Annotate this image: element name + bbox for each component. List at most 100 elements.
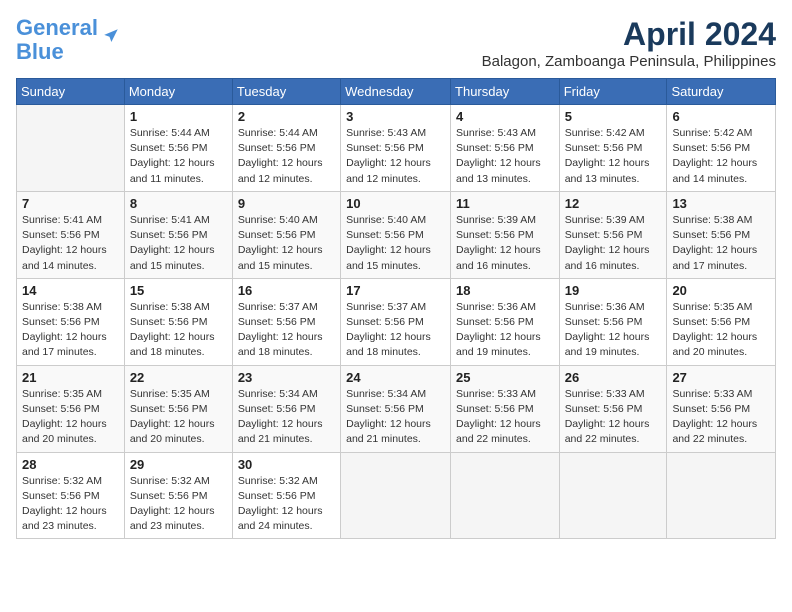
day-number: 11 [456, 196, 554, 211]
day-info: Sunrise: 5:41 AM Sunset: 5:56 PM Dayligh… [22, 213, 119, 274]
day-info: Sunrise: 5:32 AM Sunset: 5:56 PM Dayligh… [238, 474, 335, 535]
calendar-table: SundayMondayTuesdayWednesdayThursdayFrid… [16, 78, 776, 539]
day-number: 17 [346, 283, 445, 298]
logo: GeneralBlue [16, 16, 120, 64]
calendar-cell: 25 Sunrise: 5:33 AM Sunset: 5:56 PM Dayli… [451, 365, 560, 452]
calendar-cell: 28 Sunrise: 5:32 AM Sunset: 5:56 PM Dayli… [17, 452, 125, 539]
col-header-saturday: Saturday [667, 79, 776, 105]
month-title: April 2024 [482, 16, 776, 53]
day-info: Sunrise: 5:39 AM Sunset: 5:56 PM Dayligh… [565, 213, 662, 274]
day-number: 4 [456, 109, 554, 124]
day-number: 21 [22, 370, 119, 385]
day-info: Sunrise: 5:41 AM Sunset: 5:56 PM Dayligh… [130, 213, 227, 274]
day-info: Sunrise: 5:32 AM Sunset: 5:56 PM Dayligh… [22, 474, 119, 535]
calendar-cell: 20Sunrise: 5:35 AM Sunset: 5:56 PM Dayli… [667, 278, 776, 365]
day-number: 27 [672, 370, 770, 385]
day-number: 6 [672, 109, 770, 124]
calendar-cell: 16 Sunrise: 5:37 AM Sunset: 5:56 PM Dayli… [232, 278, 340, 365]
calendar-cell: 26Sunrise: 5:33 AM Sunset: 5:56 PM Dayli… [559, 365, 667, 452]
calendar-cell: 24 Sunrise: 5:34 AM Sunset: 5:56 PM Dayli… [341, 365, 451, 452]
calendar-cell: 27 Sunrise: 5:33 AM Sunset: 5:56 PM Dayli… [667, 365, 776, 452]
day-info: Sunrise: 5:33 AM Sunset: 5:56 PM Dayligh… [565, 387, 662, 448]
calendar-cell: 5 Sunrise: 5:42 AM Sunset: 5:56 PM Daylig… [559, 105, 667, 192]
day-info: Sunrise: 5:37 AM Sunset: 5:56 PM Dayligh… [346, 300, 445, 361]
logo-bird-icon [102, 27, 120, 45]
day-number: 18 [456, 283, 554, 298]
calendar-cell: 15Sunrise: 5:38 AM Sunset: 5:56 PM Dayli… [124, 278, 232, 365]
page-header: GeneralBlue April 2024 Balagon, Zamboang… [16, 16, 776, 70]
day-number: 13 [672, 196, 770, 211]
col-header-tuesday: Tuesday [232, 79, 340, 105]
day-info: Sunrise: 5:43 AM Sunset: 5:56 PM Dayligh… [456, 126, 554, 187]
location-text: Balagon, Zamboanga Peninsula, Philippine… [482, 53, 776, 70]
calendar-cell: 9Sunrise: 5:40 AM Sunset: 5:56 PM Daylig… [232, 191, 340, 278]
calendar-cell: 14 Sunrise: 5:38 AM Sunset: 5:56 PM Dayli… [17, 278, 125, 365]
day-info: Sunrise: 5:35 AM Sunset: 5:56 PM Dayligh… [672, 300, 770, 361]
logo-text: GeneralBlue [16, 16, 98, 64]
day-info: Sunrise: 5:34 AM Sunset: 5:56 PM Dayligh… [346, 387, 445, 448]
col-header-sunday: Sunday [17, 79, 125, 105]
day-number: 10 [346, 196, 445, 211]
day-info: Sunrise: 5:38 AM Sunset: 5:56 PM Dayligh… [130, 300, 227, 361]
calendar-cell: 17 Sunrise: 5:37 AM Sunset: 5:56 PM Dayli… [341, 278, 451, 365]
day-number: 12 [565, 196, 662, 211]
day-number: 30 [238, 457, 335, 472]
day-info: Sunrise: 5:42 AM Sunset: 5:56 PM Dayligh… [672, 126, 770, 187]
calendar-cell [17, 105, 125, 192]
day-number: 16 [238, 283, 335, 298]
day-info: Sunrise: 5:32 AM Sunset: 5:56 PM Dayligh… [130, 474, 227, 535]
day-number: 3 [346, 109, 445, 124]
day-number: 25 [456, 370, 554, 385]
day-info: Sunrise: 5:36 AM Sunset: 5:56 PM Dayligh… [456, 300, 554, 361]
day-info: Sunrise: 5:38 AM Sunset: 5:56 PM Dayligh… [22, 300, 119, 361]
day-info: Sunrise: 5:33 AM Sunset: 5:56 PM Dayligh… [456, 387, 554, 448]
calendar-cell: 30 Sunrise: 5:32 AM Sunset: 5:56 PM Dayli… [232, 452, 340, 539]
day-info: Sunrise: 5:42 AM Sunset: 5:56 PM Dayligh… [565, 126, 662, 187]
day-info: Sunrise: 5:33 AM Sunset: 5:56 PM Dayligh… [672, 387, 770, 448]
calendar-cell [667, 452, 776, 539]
day-info: Sunrise: 5:34 AM Sunset: 5:56 PM Dayligh… [238, 387, 335, 448]
calendar-cell: 2Sunrise: 5:44 AM Sunset: 5:56 PM Daylig… [232, 105, 340, 192]
week-row-1: 1Sunrise: 5:44 AM Sunset: 5:56 PM Daylig… [17, 105, 776, 192]
day-info: Sunrise: 5:37 AM Sunset: 5:56 PM Dayligh… [238, 300, 335, 361]
day-number: 2 [238, 109, 335, 124]
calendar-cell: 22Sunrise: 5:35 AM Sunset: 5:56 PM Dayli… [124, 365, 232, 452]
week-row-3: 14 Sunrise: 5:38 AM Sunset: 5:56 PM Dayli… [17, 278, 776, 365]
week-row-5: 28 Sunrise: 5:32 AM Sunset: 5:56 PM Dayli… [17, 452, 776, 539]
day-number: 7 [22, 196, 119, 211]
calendar-cell: 8 Sunrise: 5:41 AM Sunset: 5:56 PM Daylig… [124, 191, 232, 278]
week-row-2: 7 Sunrise: 5:41 AM Sunset: 5:56 PM Daylig… [17, 191, 776, 278]
day-number: 14 [22, 283, 119, 298]
title-block: April 2024 Balagon, Zamboanga Peninsula,… [482, 16, 776, 70]
col-header-monday: Monday [124, 79, 232, 105]
day-info: Sunrise: 5:38 AM Sunset: 5:56 PM Dayligh… [672, 213, 770, 274]
calendar-cell [341, 452, 451, 539]
day-info: Sunrise: 5:36 AM Sunset: 5:56 PM Dayligh… [565, 300, 662, 361]
day-number: 1 [130, 109, 227, 124]
calendar-cell: 10 Sunrise: 5:40 AM Sunset: 5:56 PM Dayli… [341, 191, 451, 278]
col-header-thursday: Thursday [451, 79, 560, 105]
col-header-wednesday: Wednesday [341, 79, 451, 105]
week-row-4: 21 Sunrise: 5:35 AM Sunset: 5:56 PM Dayli… [17, 365, 776, 452]
day-number: 8 [130, 196, 227, 211]
calendar-cell: 29Sunrise: 5:32 AM Sunset: 5:56 PM Dayli… [124, 452, 232, 539]
day-info: Sunrise: 5:35 AM Sunset: 5:56 PM Dayligh… [130, 387, 227, 448]
calendar-cell: 6 Sunrise: 5:42 AM Sunset: 5:56 PM Daylig… [667, 105, 776, 192]
day-number: 5 [565, 109, 662, 124]
calendar-cell: 11Sunrise: 5:39 AM Sunset: 5:56 PM Dayli… [451, 191, 560, 278]
calendar-cell: 4 Sunrise: 5:43 AM Sunset: 5:56 PM Daylig… [451, 105, 560, 192]
day-info: Sunrise: 5:40 AM Sunset: 5:56 PM Dayligh… [346, 213, 445, 274]
day-number: 9 [238, 196, 335, 211]
calendar-cell [451, 452, 560, 539]
calendar-cell: 7 Sunrise: 5:41 AM Sunset: 5:56 PM Daylig… [17, 191, 125, 278]
day-number: 28 [22, 457, 119, 472]
calendar-cell [559, 452, 667, 539]
day-number: 24 [346, 370, 445, 385]
day-number: 23 [238, 370, 335, 385]
calendar-cell: 19 Sunrise: 5:36 AM Sunset: 5:56 PM Dayli… [559, 278, 667, 365]
day-number: 19 [565, 283, 662, 298]
calendar-header-row: SundayMondayTuesdayWednesdayThursdayFrid… [17, 79, 776, 105]
calendar-cell: 18 Sunrise: 5:36 AM Sunset: 5:56 PM Dayli… [451, 278, 560, 365]
calendar-cell: 3Sunrise: 5:43 AM Sunset: 5:56 PM Daylig… [341, 105, 451, 192]
calendar-cell: 21Sunrise: 5:35 AM Sunset: 5:56 PM Dayli… [17, 365, 125, 452]
